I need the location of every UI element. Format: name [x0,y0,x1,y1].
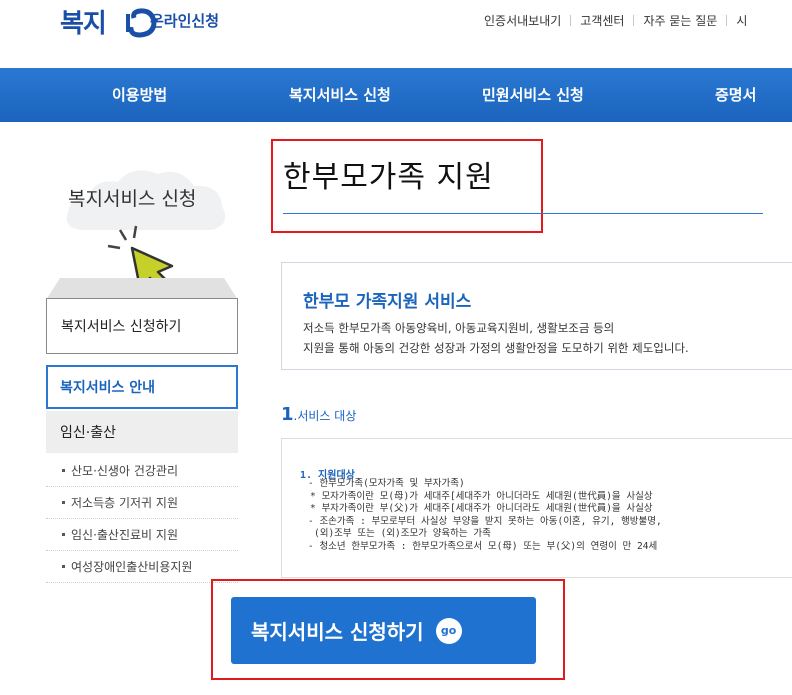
welfare-apply-button[interactable]: 복지서비스 신청하기 go [231,597,536,664]
page-title: 한부모가족 지원 [283,160,494,195]
sidebar-guide-label: 복지서비스 안내 [60,380,156,396]
sidebar-hero: 복지서비스 신청 [44,140,240,300]
service-description-line: 지원을 통해 아동의 건강한 성장과 가정의 생활안정을 도모하기 위한 제도입… [303,341,689,355]
sidebar-category-label: 임신·출산 [60,425,116,441]
welfare-apply-label: 복지서비스 신청하기 [251,620,424,644]
logo-text: 복지 [60,8,107,39]
main-nav-bar: 이용방법 복지서비스 신청 민원서비스 신청 증명서 [0,68,792,122]
detail-line: * 부자가족이란 부(父)가 세대주[세대주가 아니더라도 세대원(世代員)을 … [310,503,653,514]
detail-line: (외)조부 또는 (외)조모가 양육하는 가족 [314,528,491,539]
utility-links: 인증서내보내기 고객센터 자주 묻는 질문 시 [484,12,756,29]
detail-heading: 1. 지원대상 [300,470,355,481]
nav-item-usage-guide[interactable]: 이용방법 [112,68,167,122]
util-link-truncated[interactable]: 시 [727,12,756,29]
section-number: 1 [281,404,294,425]
sidebar-sub-item-label: 여성장애인출산비용지원 [71,560,193,574]
sidebar-sub-item[interactable]: 임신·출산진료비 지원 [46,519,238,551]
util-link-customer-center[interactable]: 고객센터 [571,12,633,29]
section-label: .서비스 대상 [293,409,357,423]
title-divider [283,213,763,214]
bullet-icon [62,469,65,472]
sidebar-sub-item-label: 산모·신생아 건강관리 [71,464,178,478]
sidebar-sub-item[interactable]: 여성장애인출산비용지원 [46,551,238,583]
util-link-certificate-export[interactable]: 인증서내보내기 [484,12,570,29]
bullet-icon [62,501,65,504]
bullet-icon [62,565,65,568]
sidebar-sub-item-label: 저소득층 기저귀 지원 [71,496,178,510]
logo-subtitle[interactable]: 온라인신청 [150,10,219,31]
util-link-faq[interactable]: 자주 묻는 질문 [634,12,726,29]
sidebar-apply-label: 복지서비스 신청하기 [61,319,182,335]
detail-line: * 모자가족이란 모(母)가 세대주[세대주가 아니더라도 세대원(世代員)을 … [310,490,653,502]
detail-line: - 조손가족 : 부모로부터 사실상 부양을 받지 못하는 아동(이혼, 유기,… [308,515,662,527]
top-header: 복지 온라인신청 인증서내보내기 고객센터 자주 묻는 질문 시 [0,0,792,68]
sidebar-sub-item-label: 임신·출산진료비 지원 [71,528,178,542]
sidebar-service-guide[interactable]: 복지서비스 안내 [46,365,238,409]
bullet-icon [62,533,65,536]
service-description-line: 저소득 한부모가족 아동양육비, 아동교육지원비, 생활보조금 등의 [303,321,615,335]
sidebar-category-pregnancy[interactable]: 임신·출산 [46,411,238,453]
sidebar-sub-item[interactable]: 산모·신생아 건강관리 [46,455,238,487]
detail-line: - 한부모가족(모자가족 및 부자가족) [308,478,465,489]
logo[interactable]: 복지 [60,4,157,39]
service-title: 한부모 가족지원 서비스 [303,292,472,312]
detail-line: - 청소년 한부모가족 : 한부모가족으로서 모(母) 또는 부(父)의 연령이… [308,540,658,552]
sidebar-sub-item[interactable]: 저소득층 기저귀 지원 [46,487,238,519]
sidebar-title: 복지서비스 신청 [68,188,197,210]
hero-box-illustration [46,278,238,300]
section-heading: 1 .서비스 대상 [281,404,356,425]
go-icon: go [435,617,462,644]
sidebar-sub-list: 산모·신생아 건강관리 저소득층 기저귀 지원 임신·출산진료비 지원 여성장애… [46,455,238,583]
nav-item-welfare-service-apply[interactable]: 복지서비스 신청 [289,68,391,122]
nav-item-certificate[interactable]: 증명서 [715,68,756,122]
nav-item-civil-service-apply[interactable]: 민원서비스 신청 [482,68,584,122]
sidebar-apply-button[interactable]: 복지서비스 신청하기 [46,298,238,354]
detail-content: 1. 지원대상 - 한부모가족(모자가족 및 부자가족) * 모자가족이란 모(… [300,466,770,578]
